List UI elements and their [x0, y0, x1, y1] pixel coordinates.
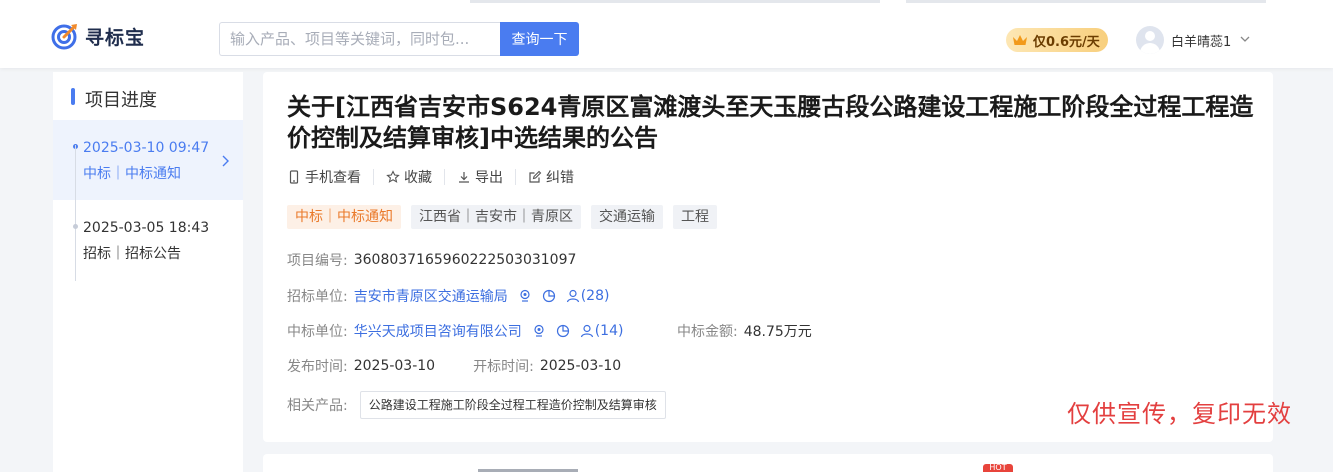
avatar[interactable]: [1136, 26, 1164, 54]
tag-category[interactable]: 工程: [673, 205, 717, 229]
next-card: HOT: [263, 454, 1273, 472]
pie-chart-icon[interactable]: [556, 324, 570, 338]
project-number-value: 36080371659602225030310​97: [353, 252, 577, 268]
download-icon: [459, 172, 469, 183]
person-icon: [566, 289, 579, 303]
username[interactable]: 白羊晴蕊1: [1171, 31, 1231, 50]
favorite-label: 收藏: [404, 170, 432, 186]
crown-icon: [1013, 35, 1027, 45]
search-input[interactable]: [219, 22, 501, 56]
top-strip: [470, 0, 880, 3]
timeline-type: 中标｜中标通知: [83, 166, 181, 182]
winner-count: (14): [594, 323, 624, 339]
search-button[interactable]: 查询一下: [500, 22, 579, 56]
location-badge-icon[interactable]: [518, 289, 532, 303]
tag-stage[interactable]: 中标｜中标通知: [287, 205, 401, 229]
tenderer-contacts[interactable]: (28): [566, 288, 610, 304]
timeline-item-award[interactable]: 2025-03-10 09:47 中标｜中标通知: [53, 120, 243, 200]
hot-badge: HOT: [983, 464, 1013, 472]
winner-label: 中标单位:: [287, 324, 348, 340]
publish-row: 发布时间: 2025-03-10 开标时间: 2025-03-10: [287, 356, 621, 376]
top-strip: [906, 0, 1266, 3]
star-icon: [386, 170, 400, 183]
timeline-date: 2025-03-10 09:47: [83, 140, 210, 156]
vip-badge[interactable]: 仅0.6元/天: [1006, 28, 1108, 52]
export-label: 导出: [475, 170, 503, 186]
notice-card: 关于[江西省吉安市S624青原区富滩渡头至天玉腰古段公路建设工程施工阶段全过程工…: [263, 72, 1291, 442]
project-number-label: 项目编号:: [287, 253, 348, 269]
report-error-button[interactable]: 纠错: [528, 169, 586, 186]
chevron-right-icon: [222, 155, 229, 167]
open-label: 开标时间:: [473, 359, 534, 375]
tag-list: 中标｜中标通知 江西省｜吉安市｜青原区 交通运输 工程: [287, 205, 727, 229]
product-label: 相关产品:: [287, 398, 348, 414]
vip-price-label: 仅0.6元/天: [1033, 34, 1100, 50]
timeline-item-tender[interactable]: 2025-03-05 18:43 招标｜招标公告: [53, 200, 243, 280]
person-icon: [580, 324, 593, 338]
mobile-view-label: 手机查看: [305, 170, 361, 186]
winner-contacts[interactable]: (14): [580, 323, 624, 339]
timeline-date: 2025-03-05 18:43: [83, 220, 210, 236]
winner-link[interactable]: 华兴天成项目咨询有限公司: [354, 321, 522, 341]
tenderer-label: 招标单位:: [287, 289, 348, 305]
report-error-label: 纠错: [546, 170, 574, 186]
open-date: 2025-03-10: [539, 358, 622, 374]
watermark-text: 仅供宣传，复印无效: [1067, 400, 1292, 428]
tag-region[interactable]: 江西省｜吉安市｜青原区: [411, 205, 581, 229]
timeline-dot: [73, 224, 78, 229]
pie-chart-icon[interactable]: [542, 289, 556, 303]
product-row: 相关产品: 公路建设工程施工阶段全过程工程造价控制及结算审核: [287, 391, 666, 419]
tenderer-count: (28): [580, 288, 610, 304]
tenderer-row: 招标单位: 吉安市青原区交通运输局 (28): [287, 286, 609, 306]
action-bar: 手机查看 收藏 导出 纠错: [287, 169, 598, 186]
avatar-head: [1145, 31, 1155, 41]
tenderer-link[interactable]: 吉安市青原区交通运输局: [354, 286, 508, 306]
notice-title: 关于[江西省吉安市S624青原区富滩渡头至天玉腰古段公路建设工程施工阶段全过程工…: [287, 93, 1254, 152]
amount-value: 48.75万元: [743, 324, 812, 340]
location-badge-icon[interactable]: [532, 324, 546, 338]
winner-row: 中标单位: 华兴天成项目咨询有限公司 (14): [287, 321, 623, 341]
site-logo[interactable]: 寻标宝: [51, 22, 145, 50]
tag-industry[interactable]: 交通运输: [591, 205, 663, 229]
product-tag[interactable]: 公路建设工程施工阶段全过程工程造价控制及结算审核: [359, 391, 666, 419]
amount-label: 中标金额:: [677, 324, 738, 340]
export-button[interactable]: 导出: [457, 169, 516, 186]
publish-date: 2025-03-10: [353, 358, 436, 374]
timeline-type: 招标｜招标公告: [83, 246, 181, 262]
edit-icon: [529, 170, 542, 183]
chevron-down-icon[interactable]: [1239, 33, 1251, 45]
top-header: 寻标宝 查询一下 仅0.6元/天 白羊晴蕊1: [0, 0, 1333, 68]
mobile-view-button[interactable]: 手机查看: [287, 169, 374, 186]
progress-title: 项目进度: [85, 90, 157, 111]
target-logo-icon: [51, 24, 77, 50]
phone-icon: [289, 170, 299, 184]
avatar-body: [1140, 43, 1160, 54]
favorite-button[interactable]: 收藏: [386, 169, 445, 186]
progress-panel: 项目进度 2025-03-10 09:47 中标｜中标通知 2025-03-05…: [53, 72, 243, 472]
title-accent-bar: [71, 88, 75, 105]
publish-label: 发布时间:: [287, 359, 348, 375]
logo-text: 寻标宝: [85, 26, 146, 49]
amount-row: 中标金额: 48.75万元: [677, 321, 812, 341]
project-number-row: 项目编号: 36080371659602225030310​97: [287, 250, 576, 270]
